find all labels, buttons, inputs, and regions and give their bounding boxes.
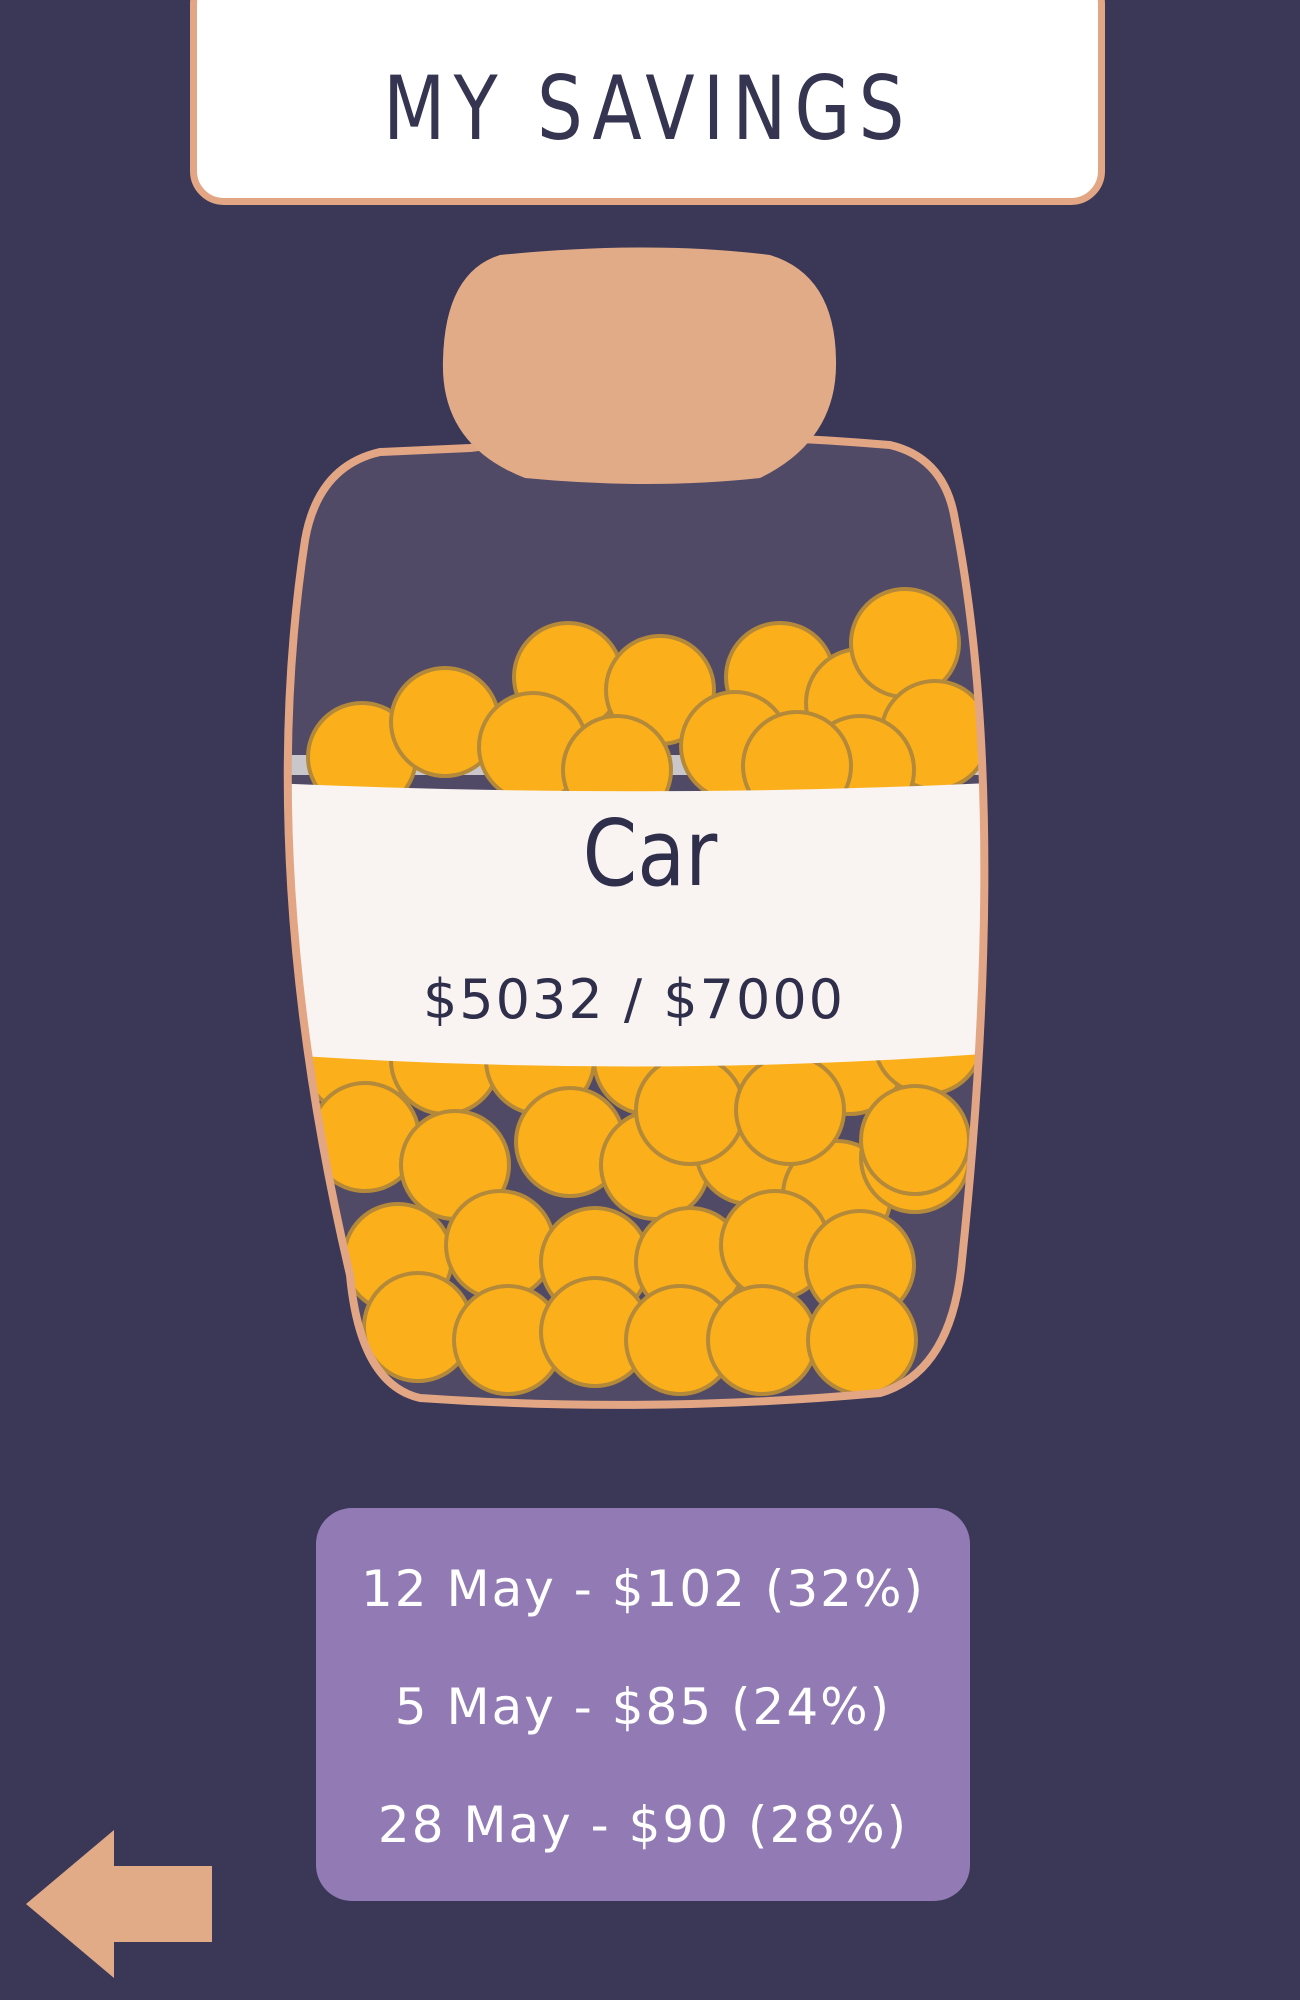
jar-lid [442, 247, 837, 484]
coin-icon [806, 1284, 918, 1396]
savings-jar[interactable]: Car $5032 / $7000 [0, 0, 1300, 1450]
coin-icon [634, 1054, 746, 1166]
savings-history-panel: 12 May - $102 (32%) 5 May - $85 (24%) 28… [316, 1508, 970, 1901]
history-item[interactable]: 12 May - $102 (32%) [316, 1560, 970, 1618]
coin-icon [444, 1189, 556, 1301]
coin-icon [706, 1284, 818, 1396]
history-item[interactable]: 28 May - $90 (28%) [316, 1796, 970, 1854]
history-item[interactable]: 5 May - $85 (24%) [316, 1678, 970, 1736]
coin-icon [859, 1084, 971, 1196]
arrow-left-icon [26, 1830, 212, 1978]
goal-name: Car [582, 800, 718, 907]
jar-graphic [283, 247, 989, 1409]
back-button[interactable] [26, 1830, 212, 1978]
coin-icon [734, 1054, 846, 1166]
goal-progress: $5032 / $7000 [422, 968, 846, 1031]
